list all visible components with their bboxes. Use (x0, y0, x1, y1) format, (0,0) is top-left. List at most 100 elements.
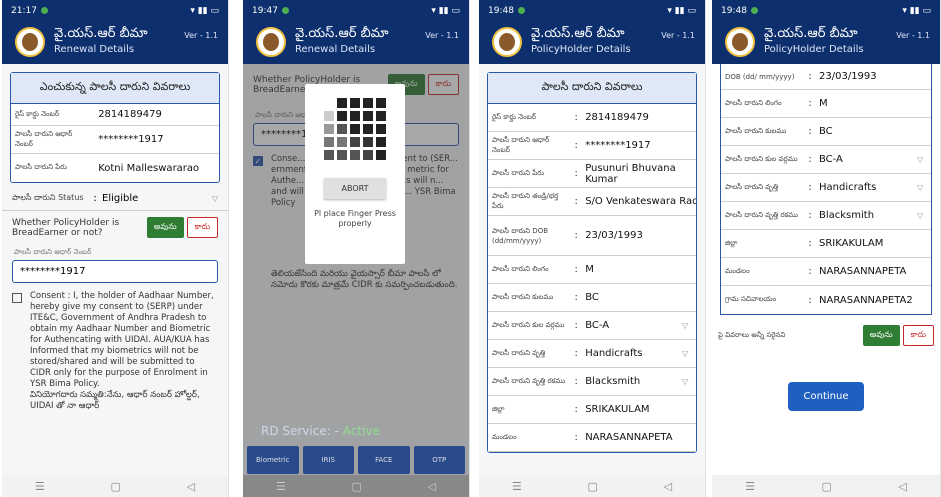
fingerprint-progress-icon (324, 98, 386, 160)
card-title: పాలసీ దారుని వివరాలు (488, 73, 696, 104)
home-icon[interactable]: ▢ (352, 480, 362, 493)
detail-row: పాలసీ దారుని లింగం: M (488, 256, 696, 284)
menu-icon[interactable]: ☰ (745, 480, 755, 493)
row-value: S/O Venkateswara Rao (585, 196, 696, 207)
yes-button[interactable]: అవును (146, 217, 184, 238)
row-label: పాలసీ దారుని DOB (dd/mm/yyyy) (492, 226, 549, 245)
signal-battery-icon: ▾ ▮▮ ▭ (431, 6, 460, 16)
scan-message: Pl place Finger Press properly (314, 209, 396, 228)
biometric-button[interactable]: Biometric (247, 446, 299, 474)
phone-holder-confirm: 19:48 ▾ ▮▮ ▭ వై.యస్.ఆర్ బీమా PolicyHolde… (712, 0, 941, 497)
detail-row: జిల్లా: SRIKAKULAM (721, 230, 931, 258)
row-label: పాలసీ దారుని తండ్రి/భర్త పేరు (492, 191, 559, 210)
rd-label: RD Service: - (261, 424, 339, 438)
home-icon[interactable]: ▢ (821, 480, 831, 493)
app-bar: వై.యస్.ఆర్ బీమా Renewal Details Ver - 1.… (243, 22, 469, 64)
back-icon[interactable]: ◁ (898, 480, 906, 493)
menu-icon[interactable]: ☰ (512, 480, 522, 493)
row-label: పాలసీ దారుని లింగం (725, 98, 782, 107)
row-value: SRIKAKULAM (585, 404, 650, 415)
selected-holder-card: ఎంచుకున్న పాలసీ దారుని వివరాలు రైస్ కార్… (10, 72, 220, 183)
occupation-select[interactable]: పాలసీ దారుని వృత్తి: Handicrafts ▽ (721, 174, 931, 202)
row-value: SRIKAKULAM (819, 238, 884, 249)
row-label: జిల్లా (492, 404, 505, 413)
otp-button[interactable]: OTP (413, 446, 465, 474)
row-value: BC (819, 126, 833, 137)
row-label: పాలసీ దారుని వృత్తి (725, 182, 779, 191)
question-text: Whether PolicyHolder is BreadEarner or n… (12, 217, 120, 238)
phone-biometric: 19:47 ▾ ▮▮ ▭ వై.యస్.ఆర్ బీమా Renewal Det… (243, 0, 470, 497)
version-label: Ver - 1.1 (184, 31, 218, 40)
row-label: పాలసీ దారుని వృత్తి రకము (492, 376, 566, 385)
detail-row: పాలసీ దారుని పేరు: Pusunuri Bhuvana Kumar (488, 160, 696, 188)
screen-subtitle: PolicyHolder Details (531, 44, 631, 55)
aadhaar-field-label: పాలసీ దారుని ఆధార్ నెంబర్ (14, 248, 92, 256)
system-nav-bar: ☰ ▢ ◁ (712, 475, 940, 497)
row-label: రైస్ కార్డు నెంబర్ (15, 109, 60, 118)
screen-subtitle: PolicyHolder Details (764, 44, 864, 55)
consent-text: Consent : I, the holder of Aadhaar Numbe… (30, 291, 214, 389)
occupation-type-select[interactable]: పాలసీ దారుని వృత్తి రకము: Blacksmith ▽ (488, 368, 696, 396)
detail-row: పాలసీ దారుని ఆధార్ నెంబర్: ********1917 (488, 132, 696, 160)
status-select[interactable]: పాలసీ దారుని Status : Eligible ▽ (2, 187, 228, 211)
row-label: జిల్లా (725, 238, 738, 247)
system-nav-bar: ☰ ▢ ◁ (243, 475, 469, 497)
row-value: M (585, 264, 594, 275)
occupation-select[interactable]: పాలసీ దారుని వృత్తి: Handicrafts ▽ (488, 340, 696, 368)
row-value: BC-A (585, 320, 610, 331)
ysr-logo (256, 27, 286, 57)
aadhaar-field[interactable]: ********1917 (12, 260, 218, 283)
consent-block: Consent : I, the holder of Aadhaar Numbe… (2, 283, 228, 420)
row-value: ********1917 (585, 140, 651, 151)
iris-button[interactable]: IRIS (302, 446, 354, 474)
row-label: మండలం (725, 266, 750, 275)
row-value: Blacksmith (585, 376, 641, 387)
row-label: పాలసీ దారుని లింగం (492, 264, 549, 273)
confirm-text: పై వివరాలు అన్నీ సరైనవి (718, 330, 786, 339)
row-value: Handicrafts (819, 182, 877, 193)
yes-button[interactable]: అవును (862, 325, 900, 346)
caste-category-select[interactable]: పాలసీ దారుని కుల వర్గము: BC-A ▽ (721, 146, 931, 174)
menu-icon[interactable]: ☰ (35, 480, 45, 493)
row-label: పాలసీ దారుని ఆధార్ నెంబర్ (15, 129, 73, 148)
signal-battery-icon: ▾ ▮▮ ▭ (902, 6, 931, 16)
home-icon[interactable]: ▢ (111, 480, 121, 493)
row-value: Blacksmith (819, 210, 875, 221)
detail-row: రైస్ కార్డు నెంబర్ 2814189479 (11, 104, 219, 126)
detail-row: DOB (dd/ mm/yyyy):23/03/1993 (721, 64, 931, 90)
row-label: DOB (dd/ mm/yyyy) (725, 72, 795, 81)
rd-status: Active (342, 424, 380, 438)
occupation-type-select[interactable]: పాలసీ దారుని వృత్తి రకము: Blacksmith ▽ (721, 202, 931, 230)
caste-category-select[interactable]: పాలసీ దారుని కుల వర్గము: BC-A ▽ (488, 312, 696, 340)
continue-button[interactable]: Continue (788, 382, 864, 411)
row-value: 2814189479 (98, 109, 162, 120)
row-value: Handicrafts (585, 348, 643, 359)
signal-battery-icon: ▾ ▮▮ ▭ (190, 6, 219, 16)
holder-content: పాలసీ దారుని వివరాలు రైస్ కార్డు నెంబర్:… (479, 64, 705, 475)
no-button[interactable]: కాదు (902, 325, 934, 346)
back-icon[interactable]: ◁ (664, 480, 672, 493)
no-button[interactable]: కాదు (186, 217, 218, 238)
capture-dialog: ABORT Pl place Finger Press properly (305, 84, 405, 264)
chevron-down-icon: ▽ (682, 321, 689, 330)
app-bar: వై.యస్.ఆర్ బీమా Renewal Details Ver - 1.… (2, 22, 228, 64)
row-label: గ్రామ సచివాలయం (725, 295, 776, 303)
face-button[interactable]: FACE (358, 446, 410, 474)
abort-button[interactable]: ABORT (324, 178, 386, 199)
home-icon[interactable]: ▢ (588, 480, 598, 493)
version-label: Ver - 1.1 (425, 31, 459, 40)
detail-row: పాలసీ దారుని పేరు Kotni Malleswararao (11, 154, 219, 182)
chevron-down-icon: ▽ (682, 349, 689, 358)
back-icon[interactable]: ◁ (428, 480, 436, 493)
chevron-down-icon: ▽ (682, 377, 689, 386)
detail-row: పాలసీ దారుని తండ్రి/భర్త పేరు: S/O Venkat… (488, 188, 696, 216)
row-value: M (819, 98, 828, 109)
menu-icon[interactable]: ☰ (276, 480, 286, 493)
consent-checkbox[interactable] (12, 293, 22, 303)
screen-subtitle: Renewal Details (54, 44, 135, 55)
back-icon[interactable]: ◁ (187, 480, 195, 493)
status-bar: 19:48 ▾ ▮▮ ▭ (479, 0, 705, 22)
status-bar: 19:48 ▾ ▮▮ ▭ (712, 0, 940, 22)
phone-holder-details: 19:48 ▾ ▮▮ ▭ వై.యస్.ఆర్ బీమా PolicyHolde… (479, 0, 706, 497)
row-label: పాలసీ దారుని పేరు (492, 168, 544, 177)
